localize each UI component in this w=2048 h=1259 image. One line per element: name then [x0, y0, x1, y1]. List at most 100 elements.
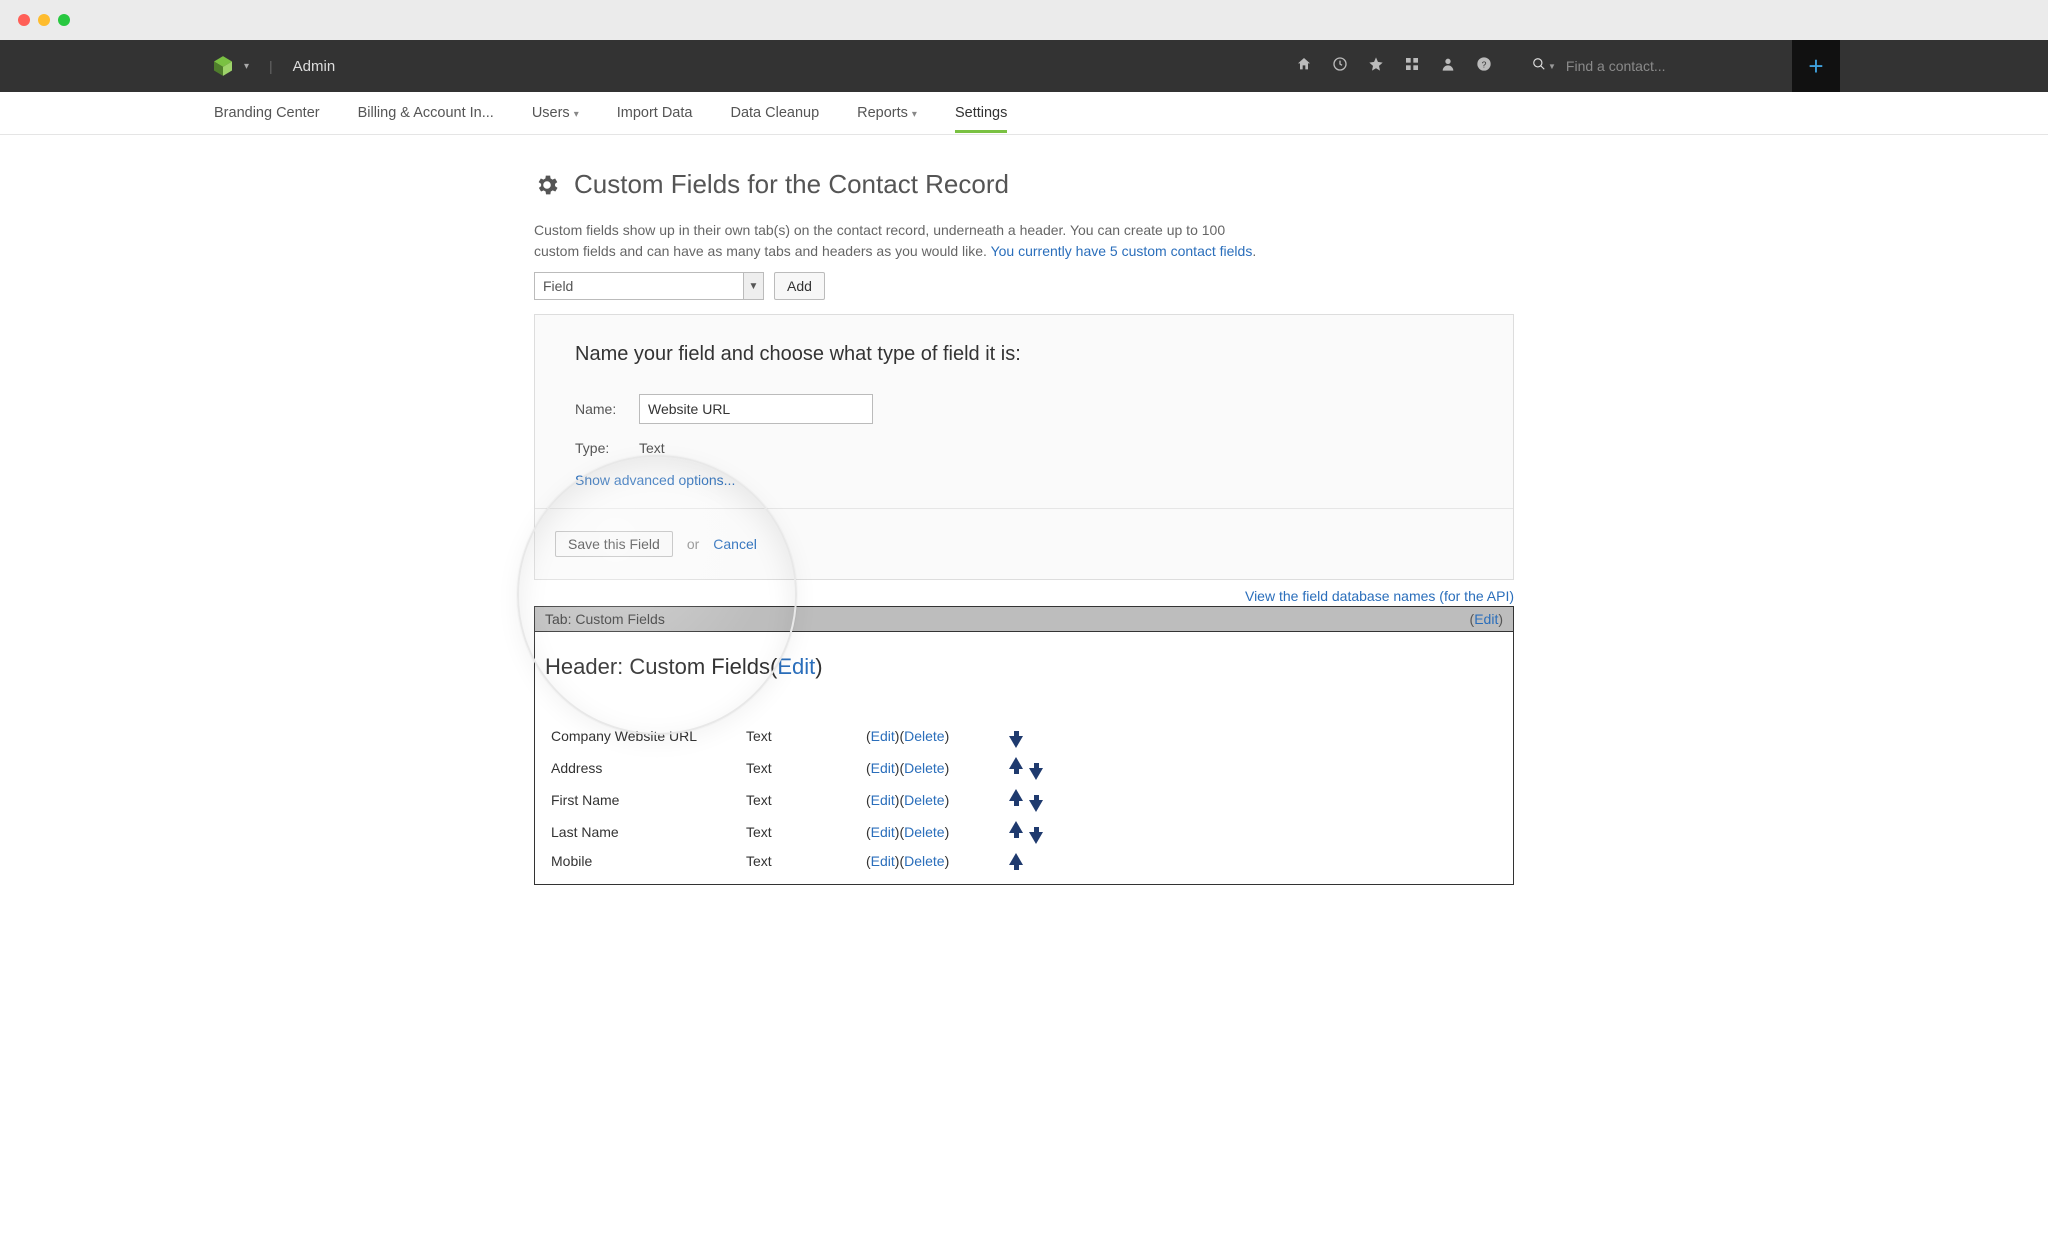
move-down-button[interactable] — [1029, 827, 1043, 844]
save-field-button[interactable]: Save this Field — [555, 531, 673, 557]
mac-window-chrome — [0, 0, 2048, 40]
row-delete-link[interactable]: Delete — [904, 760, 944, 776]
fields-table: Company Website URLText(Edit)(Delete)Add… — [545, 720, 1185, 874]
section-title: Admin — [293, 58, 336, 75]
page-title: Custom Fields for the Contact Record — [574, 169, 1009, 200]
star-icon[interactable] — [1368, 56, 1384, 77]
row-delete-link[interactable]: Delete — [904, 728, 944, 744]
show-advanced-link[interactable]: Show advanced options... — [575, 472, 735, 488]
apps-icon[interactable] — [1404, 56, 1420, 77]
nav-reports[interactable]: Reports▾ — [857, 105, 917, 121]
field-editor-prompt: Name your field and choose what type of … — [575, 343, 1473, 366]
field-type-cell: Text — [740, 848, 860, 874]
field-type-cell: Text — [740, 784, 860, 816]
search-box[interactable]: ▼ — [1522, 57, 1782, 75]
table-row: First NameText(Edit)(Delete) — [545, 784, 1185, 816]
gear-icon — [534, 172, 560, 198]
field-actions-cell: (Edit)(Delete) — [860, 720, 1000, 752]
row-edit-link[interactable]: Edit — [871, 824, 895, 840]
search-input[interactable] — [1566, 58, 1746, 74]
nav-branding-center[interactable]: Branding Center — [214, 105, 320, 121]
row-reorder-cell — [1000, 816, 1185, 848]
move-down-button[interactable] — [1029, 763, 1043, 780]
fields-header: Header: Custom Fields(Edit) — [545, 654, 1503, 680]
row-edit-link[interactable]: Edit — [871, 760, 895, 776]
or-label: or — [687, 536, 699, 552]
table-row: AddressText(Edit)(Delete) — [545, 752, 1185, 784]
cancel-link[interactable]: Cancel — [713, 536, 757, 552]
row-reorder-cell — [1000, 848, 1185, 874]
row-delete-link[interactable]: Delete — [904, 792, 944, 808]
intro-text: Custom fields show up in their own tab(s… — [534, 220, 1274, 262]
move-down-button[interactable] — [1029, 795, 1043, 812]
fields-panel: Header: Custom Fields(Edit) Company Webs… — [534, 632, 1514, 885]
chevron-down-icon: ▾ — [574, 109, 579, 120]
subnav: Branding Center Billing & Account In... … — [0, 92, 2048, 135]
move-up-button[interactable] — [1009, 853, 1023, 870]
field-name-cell: Mobile — [545, 848, 740, 874]
user-icon[interactable] — [1440, 56, 1456, 77]
field-actions-cell: (Edit)(Delete) — [860, 752, 1000, 784]
field-type-cell: Text — [740, 752, 860, 784]
field-type-cell: Text — [740, 816, 860, 848]
field-name-input[interactable] — [639, 394, 873, 424]
table-row: Company Website URLText(Edit)(Delete) — [545, 720, 1185, 752]
field-name-cell: Last Name — [545, 816, 740, 848]
name-label: Name: — [575, 401, 629, 417]
field-name-cell: First Name — [545, 784, 740, 816]
help-icon[interactable]: ? — [1476, 56, 1492, 77]
tab-bar: Tab: Custom Fields (Edit) — [534, 606, 1514, 632]
field-name-cell: Company Website URL — [545, 720, 740, 752]
field-actions-cell: (Edit)(Delete) — [860, 848, 1000, 874]
field-name-cell: Address — [545, 752, 740, 784]
page: Custom Fields for the Contact Record Cus… — [534, 135, 1514, 925]
row-delete-link[interactable]: Delete — [904, 824, 944, 840]
tab-label: Tab: Custom Fields — [545, 611, 665, 627]
nav-billing-account[interactable]: Billing & Account In... — [358, 105, 494, 121]
search-mode-caret[interactable]: ▼ — [1548, 62, 1556, 71]
add-button[interactable]: + — [1792, 40, 1840, 92]
row-reorder-cell — [1000, 784, 1185, 816]
add-field-button[interactable]: Add — [774, 272, 825, 300]
nav-users[interactable]: Users▾ — [532, 105, 579, 121]
app-logo[interactable] — [214, 55, 232, 77]
row-edit-link[interactable]: Edit — [871, 853, 895, 869]
field-actions-cell: (Edit)(Delete) — [860, 784, 1000, 816]
mac-min-dot[interactable] — [38, 14, 50, 26]
view-db-names-link[interactable]: View the field database names (for the A… — [1245, 588, 1514, 604]
dropdown-caret-icon: ▼ — [743, 273, 763, 299]
field-type-value: Field — [543, 278, 573, 294]
move-up-button[interactable] — [1009, 789, 1023, 806]
move-down-button[interactable] — [1009, 731, 1023, 748]
chevron-down-icon: ▾ — [912, 109, 917, 120]
type-value: Text — [639, 440, 665, 456]
row-edit-link[interactable]: Edit — [871, 792, 895, 808]
topbar: ▾ | Admin ? ▼ + — [0, 40, 2048, 92]
type-label: Type: — [575, 440, 629, 456]
search-icon — [1532, 57, 1546, 75]
app-switch-caret[interactable]: ▾ — [244, 61, 249, 72]
nav-data-cleanup[interactable]: Data Cleanup — [730, 105, 819, 121]
intro-count-link[interactable]: You currently have 5 custom contact fiel… — [991, 243, 1253, 259]
home-icon[interactable] — [1296, 56, 1312, 77]
mac-close-dot[interactable] — [18, 14, 30, 26]
recent-icon[interactable] — [1332, 56, 1348, 77]
divider: | — [269, 58, 273, 74]
mac-max-dot[interactable] — [58, 14, 70, 26]
row-delete-link[interactable]: Delete — [904, 853, 944, 869]
table-row: MobileText(Edit)(Delete) — [545, 848, 1185, 874]
tab-edit-link[interactable]: Edit — [1474, 611, 1498, 627]
row-reorder-cell — [1000, 752, 1185, 784]
nav-import-data[interactable]: Import Data — [617, 105, 693, 121]
field-actions-cell: (Edit)(Delete) — [860, 816, 1000, 848]
field-type-select[interactable]: Field ▼ — [534, 272, 764, 300]
field-editor: Name your field and choose what type of … — [534, 314, 1514, 580]
nav-settings[interactable]: Settings — [955, 105, 1007, 121]
row-edit-link[interactable]: Edit — [871, 728, 895, 744]
field-type-cell: Text — [740, 720, 860, 752]
svg-text:?: ? — [1482, 59, 1487, 69]
header-edit-link[interactable]: Edit — [777, 654, 815, 679]
move-up-button[interactable] — [1009, 757, 1023, 774]
table-row: Last NameText(Edit)(Delete) — [545, 816, 1185, 848]
move-up-button[interactable] — [1009, 821, 1023, 838]
